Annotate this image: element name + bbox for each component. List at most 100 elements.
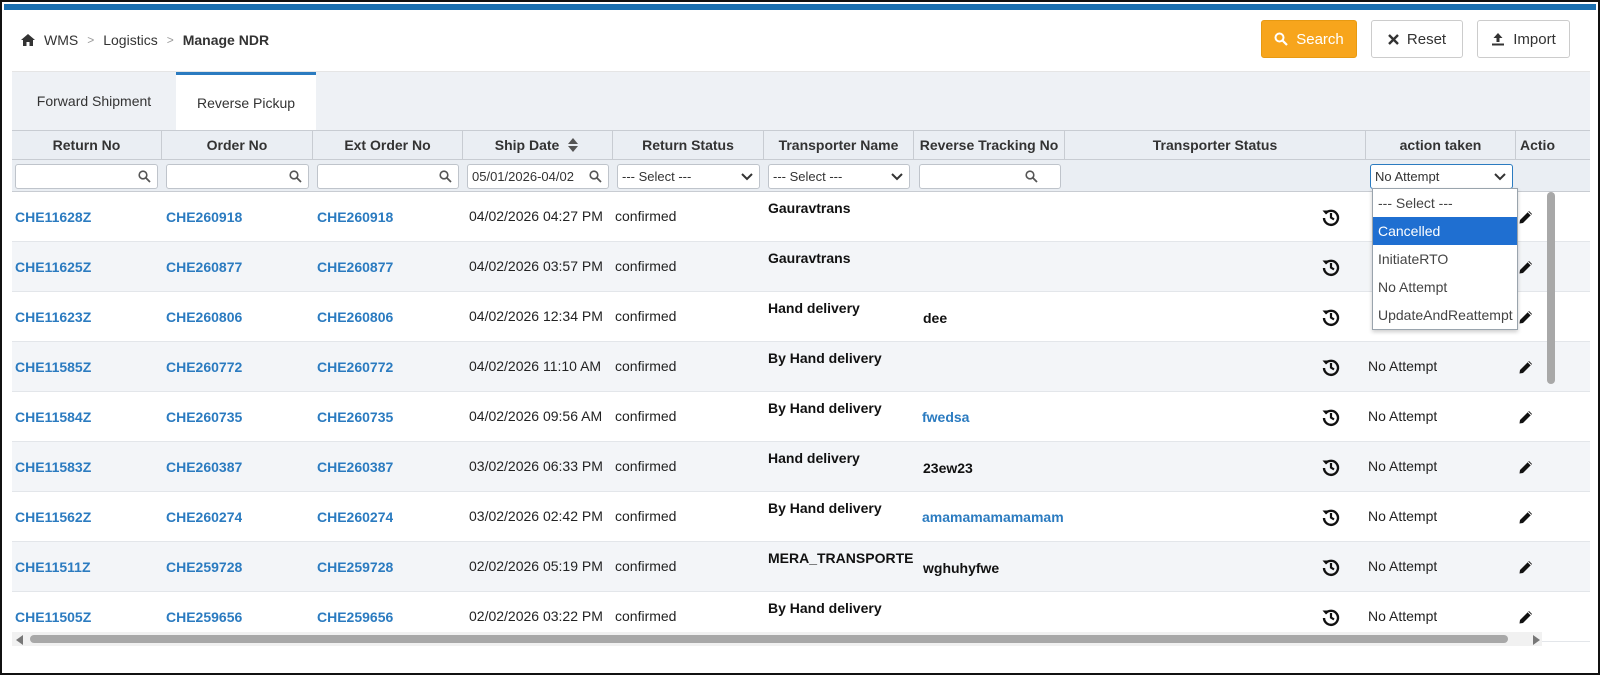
- ext-order-no-link[interactable]: CHE259656: [317, 609, 393, 625]
- table-row[interactable]: CHE11584Z CHE260735 CHE260735 04/02/2026 09…: [12, 392, 1590, 442]
- order-no-link[interactable]: CHE260772: [166, 359, 242, 375]
- chevron-down-icon: [891, 173, 903, 181]
- reverse-tracking-no-filter[interactable]: [919, 164, 1061, 189]
- ext-order-no-link[interactable]: CHE260918: [317, 209, 393, 225]
- home-icon[interactable]: [20, 33, 36, 47]
- breadcrumb-wms[interactable]: WMS: [44, 32, 78, 48]
- ext-order-no-link[interactable]: CHE260772: [317, 359, 393, 375]
- dropdown-option-no-attempt[interactable]: No Attempt: [1373, 273, 1517, 301]
- return-no-link[interactable]: CHE11584Z: [15, 409, 91, 425]
- dropdown-option-initiate-rto[interactable]: InitiateRTO: [1373, 245, 1517, 273]
- column-header-return-no[interactable]: Return No: [12, 131, 162, 159]
- return-no-link[interactable]: CHE11511Z: [15, 559, 91, 575]
- ext-order-no-link[interactable]: CHE260806: [317, 309, 393, 325]
- column-header-transporter-name[interactable]: Transporter Name: [764, 131, 914, 159]
- dropdown-option-update-and-reattempt[interactable]: UpdateAndReattempt: [1373, 301, 1517, 329]
- tracking-no-link[interactable]: fwedsa: [922, 409, 1064, 425]
- column-header-transporter-status[interactable]: Transporter Status: [1065, 131, 1366, 159]
- dropdown-option-cancelled[interactable]: Cancelled: [1373, 217, 1517, 245]
- scroll-right-icon[interactable]: [1532, 635, 1540, 645]
- return-no-link[interactable]: CHE11583Z: [15, 459, 91, 475]
- return-no-link[interactable]: CHE11625Z: [15, 259, 91, 275]
- breadcrumb-separator: >: [87, 33, 95, 47]
- column-header-ship-date[interactable]: Ship Date: [463, 131, 613, 159]
- column-header-reverse-tracking-no[interactable]: Reverse Tracking No: [914, 131, 1065, 159]
- order-no-link[interactable]: CHE260387: [166, 459, 242, 475]
- order-no-link[interactable]: CHE260806: [166, 309, 242, 325]
- column-header-action[interactable]: Actio: [1516, 131, 1576, 159]
- action-taken-cell: No Attempt: [1368, 408, 1438, 424]
- ext-order-no-filter[interactable]: [317, 164, 459, 189]
- return-no-filter[interactable]: [15, 164, 158, 189]
- order-no-link[interactable]: CHE260877: [166, 259, 242, 275]
- action-taken-cell: No Attempt: [1368, 458, 1438, 474]
- ext-order-no-link[interactable]: CHE260274: [317, 509, 393, 525]
- order-no-filter[interactable]: [166, 164, 309, 189]
- history-icon[interactable]: [1321, 557, 1341, 577]
- breadcrumb-logistics[interactable]: Logistics: [103, 32, 157, 48]
- history-icon[interactable]: [1321, 307, 1341, 327]
- history-icon[interactable]: [1321, 207, 1341, 227]
- table-row[interactable]: CHE11583Z CHE260387 CHE260387 03/02/2026 06…: [12, 442, 1590, 492]
- dropdown-option-select[interactable]: --- Select ---: [1373, 189, 1517, 217]
- column-header-action-taken[interactable]: action taken: [1366, 131, 1516, 159]
- return-status-cell: confirmed: [615, 308, 677, 324]
- order-no-link[interactable]: CHE259728: [166, 559, 242, 575]
- horizontal-scroll-thumb[interactable]: [30, 635, 1508, 643]
- scroll-left-icon[interactable]: [16, 635, 24, 645]
- pencil-icon[interactable]: [1518, 209, 1534, 225]
- history-icon[interactable]: [1321, 357, 1341, 377]
- pencil-icon[interactable]: [1518, 459, 1534, 475]
- search-button[interactable]: Search: [1261, 20, 1357, 58]
- table-row[interactable]: CHE11625Z CHE260877 CHE260877 04/02/2026 03…: [12, 242, 1590, 292]
- tab-forward-shipment[interactable]: Forward Shipment: [12, 72, 176, 130]
- pencil-icon[interactable]: [1518, 359, 1534, 375]
- ext-order-no-link[interactable]: CHE260877: [317, 259, 393, 275]
- column-header-order-no[interactable]: Order No: [162, 131, 313, 159]
- action-taken-select[interactable]: No Attempt: [1370, 164, 1513, 189]
- history-icon[interactable]: [1321, 407, 1341, 427]
- order-no-link[interactable]: CHE259656: [166, 609, 242, 625]
- table-row[interactable]: CHE11585Z CHE260772 CHE260772 04/02/2026 11…: [12, 342, 1590, 392]
- tab-reverse-pickup[interactable]: Reverse Pickup: [176, 72, 316, 130]
- return-status-select[interactable]: --- Select ---: [617, 164, 760, 189]
- pencil-icon[interactable]: [1518, 559, 1534, 575]
- return-no-link[interactable]: CHE11585Z: [15, 359, 91, 375]
- import-button[interactable]: Import: [1477, 20, 1570, 58]
- history-icon[interactable]: [1321, 457, 1341, 477]
- sort-icon[interactable]: [566, 137, 580, 153]
- history-icon[interactable]: [1321, 607, 1341, 627]
- column-header-ext-order-no[interactable]: Ext Order No: [313, 131, 463, 159]
- order-no-link[interactable]: CHE260735: [166, 409, 242, 425]
- pencil-icon[interactable]: [1518, 609, 1534, 625]
- vertical-scrollbar[interactable]: [1547, 192, 1555, 384]
- pencil-icon[interactable]: [1518, 309, 1534, 325]
- history-icon[interactable]: [1321, 257, 1341, 277]
- return-no-link[interactable]: CHE11628Z: [15, 209, 91, 225]
- table-row[interactable]: CHE11623Z CHE260806 CHE260806 04/02/2026 12…: [12, 292, 1590, 342]
- tracking-no-link[interactable]: amamamamamamam: [922, 509, 1064, 525]
- ext-order-no-link[interactable]: CHE260387: [317, 459, 393, 475]
- ship-date-filter[interactable]: 05/01/2026-04/02: [467, 164, 609, 189]
- pencil-icon[interactable]: [1518, 259, 1534, 275]
- return-no-link[interactable]: CHE11562Z: [15, 509, 91, 525]
- order-no-link[interactable]: CHE260274: [166, 509, 242, 525]
- column-header-return-status[interactable]: Return Status: [613, 131, 764, 159]
- ship-date-cell: 02/02/2026 03:22 PM: [469, 608, 603, 624]
- return-status-cell: confirmed: [615, 358, 677, 374]
- table-row[interactable]: CHE11562Z CHE260274 CHE260274 03/02/2026 02…: [12, 492, 1590, 542]
- ext-order-no-link[interactable]: CHE260735: [317, 409, 393, 425]
- pencil-icon[interactable]: [1518, 409, 1534, 425]
- history-icon[interactable]: [1321, 507, 1341, 527]
- ext-order-no-link[interactable]: CHE259728: [317, 559, 393, 575]
- return-no-link[interactable]: CHE11505Z: [15, 609, 91, 625]
- table-row[interactable]: CHE11511Z CHE259728 CHE259728 02/02/2026 05…: [12, 542, 1590, 592]
- pencil-icon[interactable]: [1518, 509, 1534, 525]
- action-taken-cell: No Attempt: [1368, 358, 1438, 374]
- transporter-name-select[interactable]: --- Select ---: [768, 164, 910, 189]
- return-no-link[interactable]: CHE11623Z: [15, 309, 91, 325]
- horizontal-scrollbar[interactable]: [12, 632, 1542, 646]
- reset-button[interactable]: Reset: [1371, 20, 1463, 58]
- table-row[interactable]: CHE11628Z CHE260918 CHE260918 04/02/2026 04…: [12, 192, 1590, 242]
- order-no-link[interactable]: CHE260918: [166, 209, 242, 225]
